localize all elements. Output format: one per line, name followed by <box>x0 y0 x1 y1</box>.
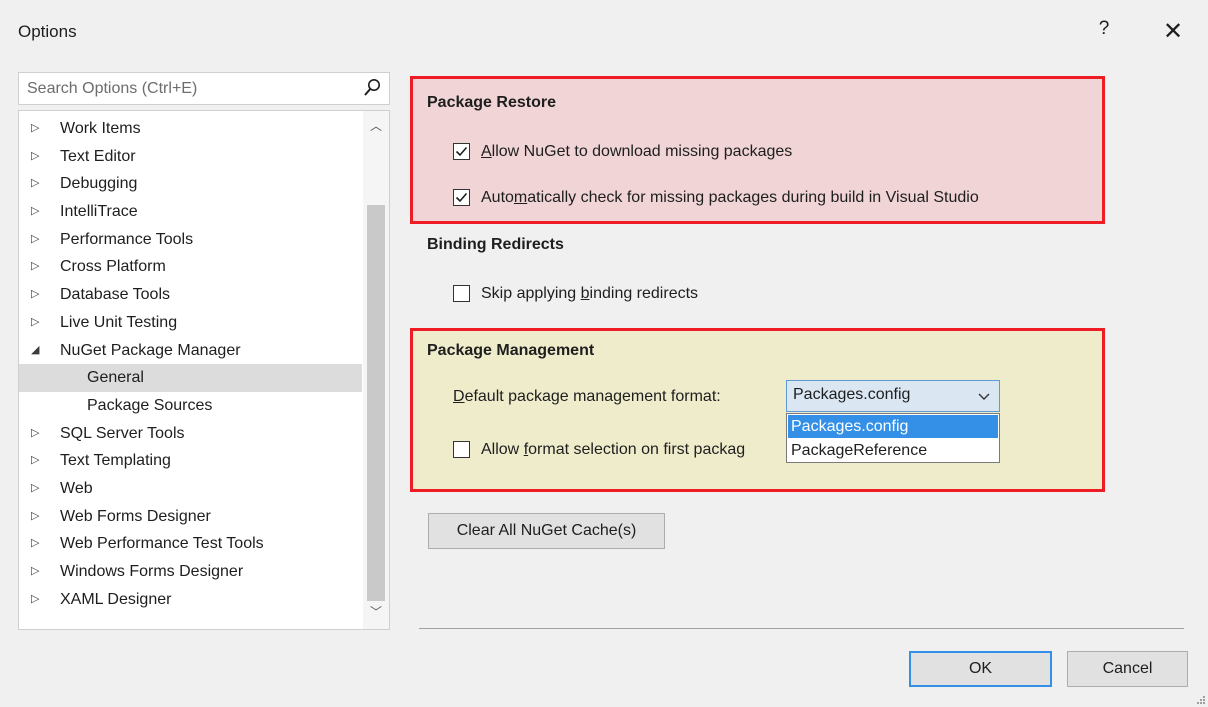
tree-item[interactable]: ▷ Web <box>19 475 362 503</box>
tree-item-label: Cross Platform <box>60 258 166 276</box>
tree-item[interactable]: ▷ Live Unit Testing <box>19 309 362 337</box>
clear-cache-button[interactable]: Clear All NuGet Cache(s) <box>428 513 665 549</box>
collapsed-arrow-icon[interactable]: ▷ <box>31 226 39 254</box>
ok-button[interactable]: OK <box>909 651 1052 687</box>
collapsed-arrow-icon[interactable]: ▷ <box>31 309 39 337</box>
collapsed-arrow-icon[interactable]: ▷ <box>31 503 39 531</box>
tree-item-label: Package Sources <box>87 396 213 414</box>
tree-scrollbar[interactable]: ︿ ﹀ <box>363 111 389 629</box>
tree-item-label: IntelliTrace <box>60 203 138 221</box>
collapsed-arrow-icon[interactable]: ▷ <box>31 170 39 198</box>
tree-item-label: Windows Forms Designer <box>60 563 244 580</box>
tree-item[interactable]: ▷ Web Forms Designer <box>19 503 362 531</box>
search-icon[interactable] <box>363 78 381 98</box>
tree-item[interactable]: ▷ Performance Tools <box>19 226 362 254</box>
allow-selection-checkbox[interactable] <box>453 441 470 458</box>
tree-item[interactable]: ▷ Debugging <box>19 170 362 198</box>
collapsed-arrow-icon[interactable]: ▷ <box>31 558 39 586</box>
tree-item-label: Web Performance Test Tools <box>60 535 264 553</box>
allow-download-checkbox[interactable] <box>453 143 470 160</box>
collapsed-arrow-icon[interactable]: ▷ <box>31 447 39 475</box>
tree-item-label: Database Tools <box>60 286 170 304</box>
cancel-button[interactable]: Cancel <box>1067 651 1188 687</box>
package-management-heading: Package Management <box>427 342 595 359</box>
tree-item[interactable]: ▷ Work Items <box>19 115 362 143</box>
package-restore-heading: Package Restore <box>427 94 556 111</box>
auto-check-label: Automatically check for missing packages… <box>481 189 979 206</box>
collapsed-arrow-icon[interactable]: ▷ <box>31 198 39 226</box>
tree-item[interactable]: ▷ Windows Forms Designer <box>19 558 362 586</box>
tree-item-label: Text Templating <box>60 452 171 470</box>
tree-item[interactable]: Package Sources <box>19 392 362 420</box>
format-option-packagereference[interactable]: PackageReference <box>788 439 998 462</box>
collapsed-arrow-icon[interactable]: ▷ <box>31 586 39 614</box>
tree-item[interactable]: ▷ SQL Server Tools <box>19 420 362 448</box>
tree-item[interactable]: ▷ Cross Platform <box>19 253 362 281</box>
expanded-arrow-icon[interactable]: ◢ <box>31 337 39 365</box>
tree-item-label: General <box>87 369 144 387</box>
tree-item-label: Live Unit Testing <box>60 313 178 331</box>
collapsed-arrow-icon[interactable]: ▷ <box>31 281 39 309</box>
collapsed-arrow-icon[interactable]: ▷ <box>31 143 39 171</box>
collapsed-arrow-icon[interactable]: ▷ <box>31 420 39 448</box>
format-select-value: Packages.config <box>793 386 911 403</box>
collapsed-arrow-icon[interactable]: ▷ <box>31 115 39 143</box>
collapsed-arrow-icon[interactable]: ▷ <box>31 475 39 503</box>
collapsed-arrow-icon[interactable]: ▷ <box>31 253 39 281</box>
auto-check-checkbox[interactable] <box>453 189 470 206</box>
check-icon <box>455 146 468 157</box>
tree-item-label: SQL Server Tools <box>60 424 185 442</box>
skip-redirects-label: Skip applying binding redirects <box>481 285 699 302</box>
tree-item[interactable]: ▷ Web Performance Test Tools <box>19 530 362 558</box>
tree-list: ▷ Work Items ▷ Text Editor ▷ Debugging ▷ Intell… <box>19 115 362 613</box>
check-icon <box>455 192 468 203</box>
search-box <box>18 72 390 105</box>
tree-item-label: XAML Designer <box>60 590 172 608</box>
window-title: Options <box>18 22 77 41</box>
tree-item-label: Performance Tools <box>60 230 194 248</box>
chevron-up-icon[interactable]: ︿ <box>363 117 389 135</box>
tree-item[interactable]: General <box>19 364 362 392</box>
collapsed-arrow-icon[interactable]: ▷ <box>31 530 39 558</box>
tree-item[interactable]: ▷ Text Templating <box>19 447 362 475</box>
tree-item[interactable]: ▷ Text Editor <box>19 143 362 171</box>
tree-item-label: Text Editor <box>60 147 136 165</box>
search-input[interactable] <box>27 79 357 99</box>
tree-item-label: Debugging <box>60 175 138 193</box>
tree-item[interactable]: ▷ Database Tools <box>19 281 362 309</box>
options-tree: ▷ Work Items ▷ Text Editor ▷ Debugging ▷ Intell… <box>18 110 390 630</box>
close-button[interactable]: ✕ <box>1158 16 1188 48</box>
tree-item-label: Web Forms Designer <box>60 507 211 525</box>
footer-divider <box>419 628 1184 629</box>
tree-item-label: Work Items <box>60 120 141 137</box>
format-dropdown-list: Packages.config PackageReference <box>786 413 1000 463</box>
format-select[interactable]: Packages.config <box>786 380 1000 412</box>
tree-item[interactable]: ▷ XAML Designer <box>19 586 362 614</box>
tree-item[interactable]: ▷ IntelliTrace <box>19 198 362 226</box>
skip-redirects-checkbox[interactable] <box>453 285 470 302</box>
chevron-down-icon <box>978 393 990 400</box>
scroll-thumb[interactable] <box>367 205 385 601</box>
tree-item-label: Web <box>60 479 93 497</box>
tree-item-label: NuGet Package Manager <box>60 341 241 359</box>
chevron-down-icon[interactable]: ﹀ <box>363 603 389 621</box>
close-icon: ✕ <box>1162 18 1184 45</box>
format-option-packages-config[interactable]: Packages.config <box>788 415 998 438</box>
resize-grip-icon[interactable] <box>1196 695 1206 705</box>
allow-download-label: Allow NuGet to download missing packages <box>481 143 793 160</box>
binding-redirects-heading: Binding Redirects <box>427 236 564 253</box>
help-button[interactable]: ? <box>1092 18 1116 48</box>
allow-selection-label: Allow format selection on first packag <box>481 441 746 458</box>
format-label: Default package management format: <box>453 388 721 405</box>
tree-item[interactable]: ◢ NuGet Package Manager <box>19 337 362 365</box>
title-bar: Options ? ✕ <box>0 0 1208 68</box>
